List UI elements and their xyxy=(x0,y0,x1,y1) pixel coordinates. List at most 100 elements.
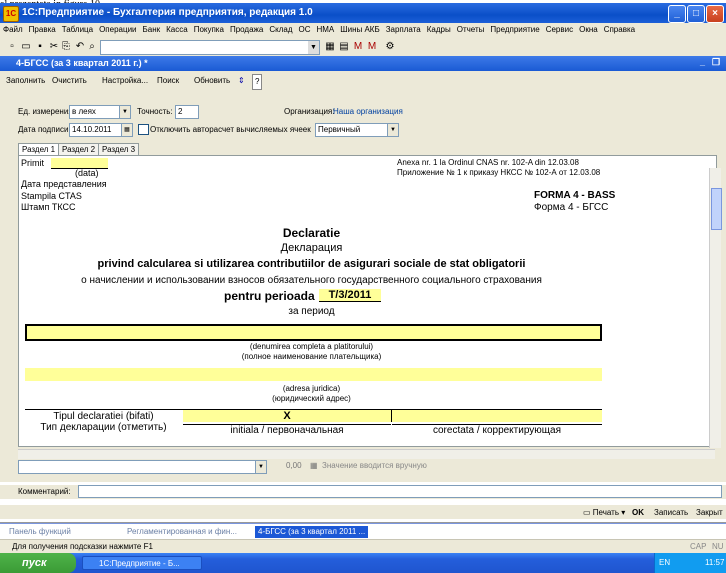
new-document-icon[interactable]: ▫ xyxy=(6,41,18,53)
tab-section-3[interactable]: Раздел 3 xyxy=(98,143,140,155)
copy-icon[interactable]: ⎘ xyxy=(60,41,72,53)
corectata-label: corectata / корректирующая xyxy=(392,424,602,436)
expand-icon[interactable]: ⇕ xyxy=(236,74,247,88)
declaration-type-value: Первичный xyxy=(318,125,361,134)
calculator-icon[interactable]: ▦ xyxy=(324,41,336,53)
start-button[interactable]: пуск xyxy=(0,553,76,573)
precision-stepper[interactable]: 2 xyxy=(175,105,199,119)
tab-section-2[interactable]: Раздел 2 xyxy=(58,143,100,155)
menu-help[interactable]: Справка xyxy=(601,23,638,34)
autocalc-checkbox[interactable] xyxy=(138,124,149,135)
find-icon[interactable]: ⌕ xyxy=(86,41,98,53)
search-button[interactable]: Поиск xyxy=(155,74,181,88)
initiala-label: initiala / первоначальная xyxy=(183,424,391,436)
scroll-thumb[interactable] xyxy=(711,188,722,230)
payer-name-field[interactable] xyxy=(25,324,602,341)
ok-button[interactable]: OK xyxy=(630,506,646,520)
initial-checkbox[interactable]: X xyxy=(183,410,392,422)
settings-button[interactable]: Настройка... xyxy=(100,74,150,88)
chevron-down-icon[interactable]: ▼ xyxy=(255,461,266,473)
panel-4bgss[interactable]: 4-БГСС (за 3 квартал 2011 ... xyxy=(255,526,369,538)
cell-hint: Значение вводится вручную xyxy=(322,461,427,470)
period-field[interactable]: T/3/2011 xyxy=(319,289,381,302)
undo-icon[interactable]: ↶ xyxy=(74,41,86,53)
unit-select[interactable]: в леях ▼ xyxy=(69,105,131,119)
menu-cash[interactable]: Касса xyxy=(163,23,191,34)
toolbar-search-combo[interactable]: ▼ xyxy=(100,40,320,55)
caps-indicator: CAP xyxy=(690,542,707,551)
maximize-button[interactable]: □ xyxy=(687,5,705,23)
taskbar-app-1c[interactable]: 1С:Предприятие - Б... xyxy=(82,556,202,570)
refresh-button[interactable]: Обновить xyxy=(192,74,232,88)
system-tray: EN 11:57 xyxy=(654,553,726,573)
sign-date-field[interactable]: 14.10.2011 ▦ xyxy=(69,123,133,137)
shtamp-label: Штамп ТКСС xyxy=(21,202,76,212)
vertical-scrollbar[interactable] xyxy=(709,168,722,448)
menu-os[interactable]: ОС xyxy=(295,23,313,34)
menu-edit[interactable]: Правка xyxy=(26,23,59,34)
unit-label: Ед. измерения: xyxy=(18,107,75,116)
menu-windows[interactable]: Окна xyxy=(576,23,601,34)
stampila-label: Stampila CTAS xyxy=(21,191,82,201)
save-button[interactable]: Записать xyxy=(652,506,690,520)
fill-button[interactable]: Заполнить xyxy=(4,74,47,88)
declaration-type-select[interactable]: Первичный ▼ xyxy=(315,123,399,137)
close-button[interactable]: × xyxy=(706,5,724,23)
clear-button[interactable]: Очистить xyxy=(50,74,89,88)
menu-bank[interactable]: Банк xyxy=(140,23,164,34)
print-button[interactable]: ▭ Печать ▾ xyxy=(581,506,627,520)
menu-service[interactable]: Сервис xyxy=(543,23,576,34)
print-label: Печать xyxy=(592,508,619,517)
menu-hr[interactable]: Кадры xyxy=(424,23,454,34)
close-form-button[interactable]: Закрыт xyxy=(694,506,725,520)
primit-label: Primit xyxy=(21,158,44,168)
menu-reports[interactable]: Отчеты xyxy=(454,23,488,34)
app-icon: 1C xyxy=(3,6,19,22)
cell-value: 0,00 xyxy=(286,461,302,470)
comment-row: Комментарий: xyxy=(0,485,726,499)
menu-tires[interactable]: Шины АКБ xyxy=(337,23,382,34)
address-field[interactable] xyxy=(25,368,602,381)
cell-formula-select[interactable]: ▼ xyxy=(18,460,267,474)
status-bar: Для получения подсказки нажмите F1 CAP N… xyxy=(0,539,726,554)
child-restore-icon[interactable]: ❐ xyxy=(712,57,720,68)
menu-purchase[interactable]: Покупка xyxy=(191,23,227,34)
window-titlebar: 1C 1С:Предприятие - Бухгалтерия предприя… xyxy=(0,3,726,23)
chevron-down-icon[interactable]: ▼ xyxy=(308,41,319,54)
panel-regulated-reports[interactable]: Регламентированная и фин... xyxy=(124,526,240,538)
calculator-icon[interactable]: ▦ xyxy=(310,461,318,470)
menu-table[interactable]: Таблица xyxy=(59,23,96,34)
menu-file[interactable]: Файл xyxy=(0,23,26,34)
open-folder-icon[interactable]: ▭ xyxy=(20,41,32,53)
chevron-down-icon[interactable]: ▼ xyxy=(119,106,130,118)
data-pred-label: Дата представления xyxy=(21,179,107,189)
help-button[interactable]: ? xyxy=(252,74,263,90)
menu-sale[interactable]: Продажа xyxy=(227,23,266,34)
tools-icon[interactable]: ⚙ xyxy=(384,41,396,53)
save-icon[interactable]: ▪ xyxy=(34,41,46,53)
language-indicator[interactable]: EN xyxy=(659,553,670,573)
calendar-icon[interactable]: ▤ xyxy=(338,41,350,53)
window-panel: Панель функций Регламентированная и фин.… xyxy=(0,523,726,540)
child-minimize-icon[interactable]: _ xyxy=(700,57,705,67)
corrected-checkbox[interactable] xyxy=(392,410,602,422)
m-plus-icon[interactable]: M xyxy=(352,41,364,53)
autocalc-label: Отключить авторасчет вычисляемых ячеек xyxy=(150,125,311,134)
menu-salary[interactable]: Зарплата xyxy=(383,23,424,34)
comment-input[interactable] xyxy=(78,485,722,498)
calendar-icon[interactable]: ▦ xyxy=(121,124,132,136)
sign-date-label: Дата подписи: xyxy=(18,125,71,134)
precision-label: Точность: xyxy=(137,107,173,116)
menu-enterprise[interactable]: Предприятие xyxy=(487,23,542,34)
cut-icon[interactable]: ✂ xyxy=(48,41,60,53)
form-toolbar: Заполнить Очистить Настройка... Поиск Об… xyxy=(0,71,726,93)
menu-operations[interactable]: Операции xyxy=(96,23,139,34)
org-link[interactable]: Наша организация xyxy=(333,107,403,116)
chevron-down-icon[interactable]: ▼ xyxy=(387,124,398,136)
o-nachislenii-title: о начислении и использовании взносов обя… xyxy=(81,275,542,286)
menu-warehouse[interactable]: Склад xyxy=(266,23,295,34)
minimize-button[interactable]: _ xyxy=(668,5,686,23)
panel-functions[interactable]: Панель функций xyxy=(6,526,74,538)
m-minus-icon[interactable]: M xyxy=(366,41,378,53)
menu-nma[interactable]: НМА xyxy=(313,23,337,34)
